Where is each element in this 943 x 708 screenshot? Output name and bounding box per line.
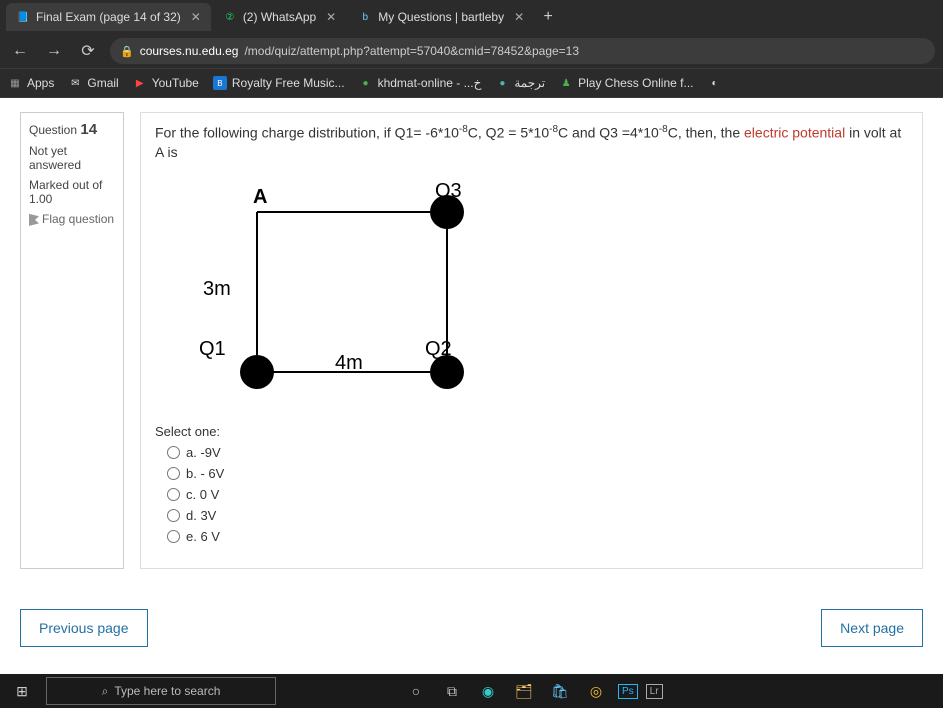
close-icon[interactable]: ✕ [514,10,524,24]
music-icon: B [213,76,227,90]
bartleby-icon: b [358,10,372,24]
back-button[interactable]: ← [8,39,32,63]
tab-bartleby[interactable]: b My Questions | bartleby ✕ [348,3,534,31]
explorer-icon[interactable]: 🗂 [510,678,538,704]
translate-icon: ● [495,76,509,90]
radio-c[interactable] [167,488,180,501]
chrome-icon[interactable]: ◎ [582,678,610,704]
charge-diagram: A Q3 3m 4m Q1 Q2 [185,177,908,410]
marked-out-of: Marked out of1.00 [29,178,115,206]
start-button[interactable]: ⊞ [6,678,38,704]
moodle-icon: 📘 [16,10,30,24]
next-page-button[interactable]: Next page [821,609,923,647]
bm-label: Play Chess Online f... [578,76,693,90]
radio-d[interactable] [167,509,180,522]
question-text: For the following charge distribution, i… [155,123,908,163]
lock-icon: 🔒 [120,45,134,58]
option-label: d. 3V [186,508,216,523]
option-c[interactable]: c. 0 V [167,487,908,502]
tab-whatsapp[interactable]: ② (2) WhatsApp ✕ [213,3,346,31]
url-path: /mod/quiz/attempt.php?attempt=57040&cmid… [244,44,579,58]
radio-b[interactable] [167,467,180,480]
bm-label: ترجمة [514,76,545,90]
label-4m: 4m [335,352,363,374]
label-3m: 3m [203,278,231,300]
gmail-icon: ✉ [68,76,82,90]
url-domain: courses.nu.edu.eg [140,44,239,58]
tab-final-exam[interactable]: 📘 Final Exam (page 14 of 32) ✕ [6,3,211,31]
tab-label: My Questions | bartleby [378,10,504,24]
close-icon[interactable]: ✕ [326,10,336,24]
url-input[interactable]: 🔒 courses.nu.edu.eg/mod/quiz/attempt.php… [110,38,935,64]
question-number: Question 14 [29,121,115,138]
option-label: e. 6 V [186,529,220,544]
radio-e[interactable] [167,530,180,543]
flag-icon [29,214,39,226]
bookmark-more[interactable]: ◐ [708,76,722,90]
charge-q1 [240,355,274,389]
bookmark-royalty[interactable]: B Royalty Free Music... [213,76,345,90]
tab-label: Final Exam (page 14 of 32) [36,10,181,24]
taskbar: ⊞ ⌕ Type here to search ○ ⧉ ◉ 🗂 🛍 ◎ Ps L… [0,674,943,708]
question-nav: Question 14 Not yet answered Marked out … [20,112,124,569]
bm-label: Gmail [87,76,118,90]
flag-question-button[interactable]: Flag question [29,212,115,226]
bookmark-gmail[interactable]: ✉ Gmail [68,76,118,90]
charge-q3 [430,195,464,229]
option-b[interactable]: b. - 6V [167,466,908,481]
previous-page-button[interactable]: Previous page [20,609,148,647]
apps-icon: ▦ [8,76,22,90]
youtube-icon: ▶ [133,76,147,90]
bm-label: Apps [27,76,54,90]
radio-a[interactable] [167,446,180,459]
whatsapp-icon: ② [223,10,237,24]
option-label: c. 0 V [186,487,219,502]
address-bar: ← → ⟳ 🔒 courses.nu.edu.eg/mod/quiz/attem… [0,34,943,68]
close-icon[interactable]: ✕ [191,10,201,24]
label-q1: Q1 [199,338,226,360]
charge-q2 [430,355,464,389]
option-label: b. - 6V [186,466,224,481]
search-icon: ⌕ [102,684,109,699]
option-a[interactable]: a. -9V [167,445,908,460]
chess-icon: ♟ [559,76,573,90]
store-icon[interactable]: 🛍 [546,678,574,704]
option-d[interactable]: d. 3V [167,508,908,523]
tab-label: (2) WhatsApp [243,10,316,24]
pager: Previous page Next page [0,579,943,665]
task-view-icon[interactable]: ⧉ [438,678,466,704]
bookmark-youtube[interactable]: ▶ YouTube [133,76,199,90]
photoshop-icon[interactable]: Ps [618,678,638,704]
edge-icon[interactable]: ◉ [474,678,502,704]
question-body: For the following charge distribution, i… [140,112,923,569]
bookmarks-bar: ▦ Apps ✉ Gmail ▶ YouTube B Royalty Free Musi… [0,68,943,98]
bookmark-chess[interactable]: ♟ Play Chess Online f... [559,76,693,90]
cortana-icon[interactable]: ○ [402,678,430,704]
bm-label: khdmat-online - ...خ [378,76,482,90]
label-a: A [253,186,267,208]
more-icon: ◐ [708,76,722,90]
forward-button[interactable]: → [42,39,66,63]
bm-label: Royalty Free Music... [232,76,345,90]
options-list: a. -9V b. - 6V c. 0 V d. 3V e. 6 V [155,445,908,544]
lightroom-icon[interactable]: Lr [646,678,663,704]
reload-button[interactable]: ⟳ [76,39,100,63]
label-q2: Q2 [425,338,452,360]
globe-icon: ● [359,76,373,90]
bookmark-khdmat[interactable]: ● khdmat-online - ...خ [359,76,482,90]
search-placeholder: Type here to search [114,684,220,698]
bookmark-tarjama[interactable]: ● ترجمة [495,76,545,90]
select-one-label: Select one: [155,424,908,439]
option-label: a. -9V [186,445,221,460]
bm-label: YouTube [152,76,199,90]
taskbar-search[interactable]: ⌕ Type here to search [46,677,276,705]
apps-button[interactable]: ▦ Apps [8,76,54,90]
option-e[interactable]: e. 6 V [167,529,908,544]
question-status: Not yet answered [29,144,115,172]
tabs-bar: 📘 Final Exam (page 14 of 32) ✕ ② (2) Wha… [0,0,943,34]
new-tab-button[interactable]: + [536,5,560,29]
